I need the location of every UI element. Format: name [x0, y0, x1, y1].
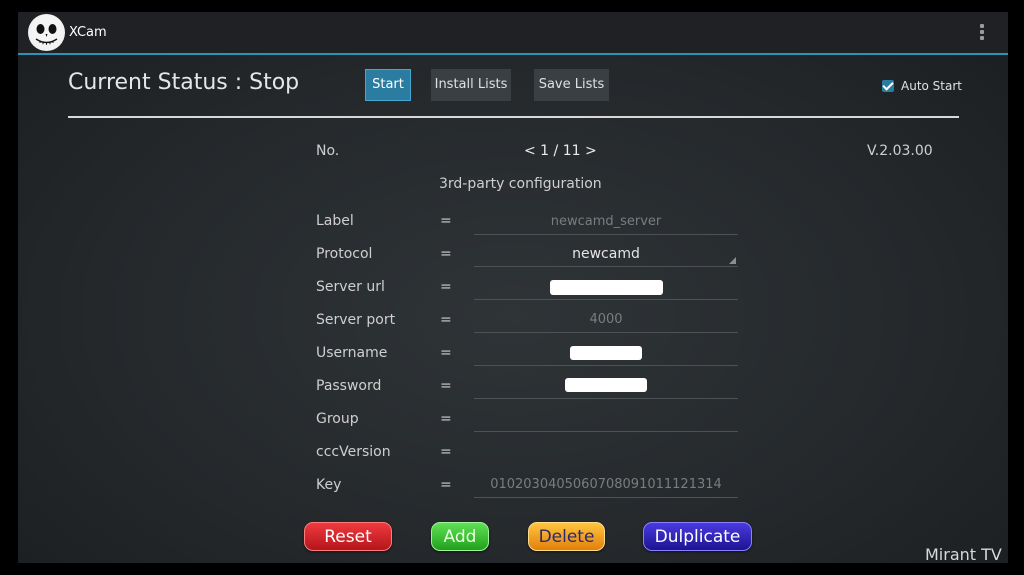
equals-sign: =	[440, 411, 452, 427]
app-screen: XCam Current Status : Stop Start Install…	[18, 12, 1008, 563]
key-input[interactable]: 0102030405060708091011121314	[474, 473, 738, 498]
redaction-mark	[570, 346, 642, 360]
add-button[interactable]: Add	[431, 522, 489, 551]
reset-button[interactable]: Reset	[304, 522, 392, 551]
install-lists-button[interactable]: Install Lists	[431, 69, 511, 101]
field-protocol-label: Protocol	[316, 246, 373, 262]
header-divider	[68, 116, 959, 118]
group-input[interactable]	[474, 407, 738, 432]
delete-button[interactable]: Delete	[528, 522, 605, 551]
equals-sign: =	[440, 279, 452, 295]
server-port-input[interactable]: 4000	[474, 308, 738, 333]
redaction-mark	[565, 378, 647, 392]
field-server-port-label: Server port	[316, 312, 396, 328]
equals-sign: =	[440, 444, 452, 460]
dropdown-triangle-icon	[729, 257, 736, 264]
equals-sign: =	[440, 477, 452, 493]
field-password-label: Password	[316, 378, 382, 394]
no-label: No.	[316, 143, 340, 159]
label-input[interactable]: newcamd_server	[474, 210, 738, 235]
protocol-value: newcamd	[572, 246, 640, 262]
watermark-text: Mirant TV	[925, 545, 1002, 564]
protocol-spinner[interactable]: newcamd	[474, 242, 738, 267]
field-cccversion-label: cccVersion	[316, 444, 391, 460]
field-key-label: Key	[316, 477, 342, 493]
field-server-url-label: Server url	[316, 279, 385, 295]
version-label: V.2.03.00	[867, 143, 933, 159]
save-lists-button[interactable]: Save Lists	[534, 69, 609, 101]
equals-sign: =	[440, 213, 452, 229]
skull-face-icon	[28, 14, 65, 51]
overflow-menu-icon[interactable]	[974, 22, 990, 44]
equals-sign: =	[440, 312, 452, 328]
section-title: 3rd-party configuration	[439, 176, 602, 192]
start-button[interactable]: Start	[365, 69, 411, 101]
current-status-title: Current Status : Stop	[68, 70, 300, 95]
field-username-label: Username	[316, 345, 388, 361]
duplicate-button[interactable]: Dulplicate	[643, 522, 752, 551]
field-group-label: Group	[316, 411, 359, 427]
auto-start-label: Auto Start	[901, 79, 962, 93]
equals-sign: =	[440, 246, 452, 262]
equals-sign: =	[440, 378, 452, 394]
app-title: XCam	[69, 25, 107, 40]
checkbox-checked-icon[interactable]	[882, 80, 894, 92]
entry-pager[interactable]: < 1 / 11 >	[524, 143, 597, 159]
equals-sign: =	[440, 345, 452, 361]
redaction-mark	[550, 280, 663, 295]
field-label-label: Label	[316, 213, 354, 229]
action-bar: XCam	[18, 12, 1008, 55]
